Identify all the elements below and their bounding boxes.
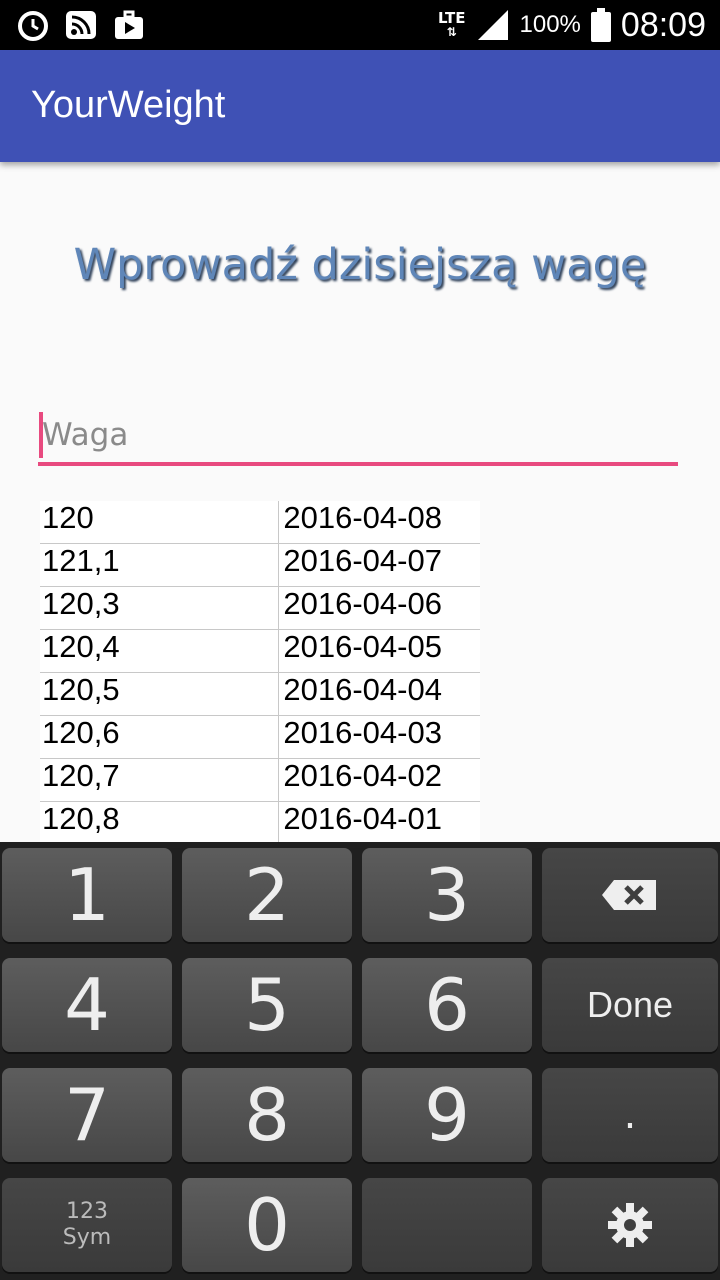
app-title: YourWeight [31, 84, 226, 126]
key-3[interactable]: 3 [362, 848, 532, 942]
date-cell: 2016-04-07 [283, 543, 442, 578]
table-row: 120,7 2016-04-02 [40, 759, 480, 802]
media-icon [115, 10, 143, 39]
alarm-icon [18, 11, 48, 41]
network-type: LTE ⇅ [437, 9, 466, 40]
date-cell: 2016-04-03 [283, 715, 442, 750]
numeric-keyboard: 1 2 3 4 5 6 Done 7 8 9 . 123 Sym 0 [0, 842, 720, 1280]
status-bar: LTE ⇅ 100% 08:09 [0, 0, 720, 50]
signal-icon [477, 10, 508, 40]
cast-icon [66, 11, 96, 39]
weight-cell: 120,8 [40, 802, 280, 844]
battery-icon [590, 8, 611, 42]
weight-history-table: 120 2016-04-08 121,1 2016-04-07 120,3 20… [40, 501, 480, 845]
key-4[interactable]: 4 [2, 958, 172, 1052]
gear-icon [608, 1203, 652, 1247]
key-6[interactable]: 6 [362, 958, 532, 1052]
table-row: 120,8 2016-04-01 [40, 802, 480, 845]
weight-field[interactable] [38, 408, 682, 468]
symbols-key-bottom: Sym [62, 1225, 112, 1250]
text-cursor [39, 412, 43, 458]
done-key[interactable]: Done [542, 958, 718, 1052]
symbols-key-top: 123 [66, 1199, 108, 1224]
weight-cell: 120,7 [40, 759, 280, 801]
weight-input[interactable] [38, 408, 682, 462]
battery-percent: 100% [519, 11, 581, 38]
table-row: 120,6 2016-04-03 [40, 716, 480, 759]
table-row: 120,4 2016-04-05 [40, 630, 480, 673]
space-key[interactable] [362, 1178, 532, 1272]
date-cell: 2016-04-08 [283, 500, 442, 535]
table-row: 120 2016-04-08 [40, 501, 480, 544]
clock: 08:09 [620, 5, 706, 44]
backspace-icon [602, 880, 656, 910]
table-row: 120,3 2016-04-06 [40, 587, 480, 630]
weight-cell: 120,3 [40, 587, 280, 629]
input-underline [38, 462, 678, 466]
keyboard-settings-key[interactable] [542, 1178, 718, 1272]
key-7[interactable]: 7 [2, 1068, 172, 1162]
backspace-key[interactable] [542, 848, 718, 942]
table-row: 120,5 2016-04-04 [40, 673, 480, 716]
symbols-key[interactable]: 123 Sym [2, 1178, 172, 1272]
page-heading: Wprowadź dzisiejszą wagę [73, 240, 647, 290]
weight-cell: 120,5 [40, 673, 280, 715]
weight-cell: 120,4 [40, 630, 280, 672]
app-bar: YourWeight [0, 50, 720, 162]
weight-cell: 120,6 [40, 716, 280, 758]
date-cell: 2016-04-06 [283, 586, 442, 621]
key-1[interactable]: 1 [2, 848, 172, 942]
date-cell: 2016-04-02 [283, 758, 442, 793]
period-key[interactable]: . [542, 1068, 718, 1162]
date-cell: 2016-04-01 [283, 801, 442, 836]
date-cell: 2016-04-04 [283, 672, 442, 707]
key-9[interactable]: 9 [362, 1068, 532, 1162]
date-cell: 2016-04-05 [283, 629, 442, 664]
key-0[interactable]: 0 [182, 1178, 352, 1272]
key-5[interactable]: 5 [182, 958, 352, 1052]
weight-cell: 121,1 [40, 544, 280, 586]
key-8[interactable]: 8 [182, 1068, 352, 1162]
weight-cell: 120 [40, 501, 280, 543]
table-row: 121,1 2016-04-07 [40, 544, 480, 587]
key-2[interactable]: 2 [182, 848, 352, 942]
